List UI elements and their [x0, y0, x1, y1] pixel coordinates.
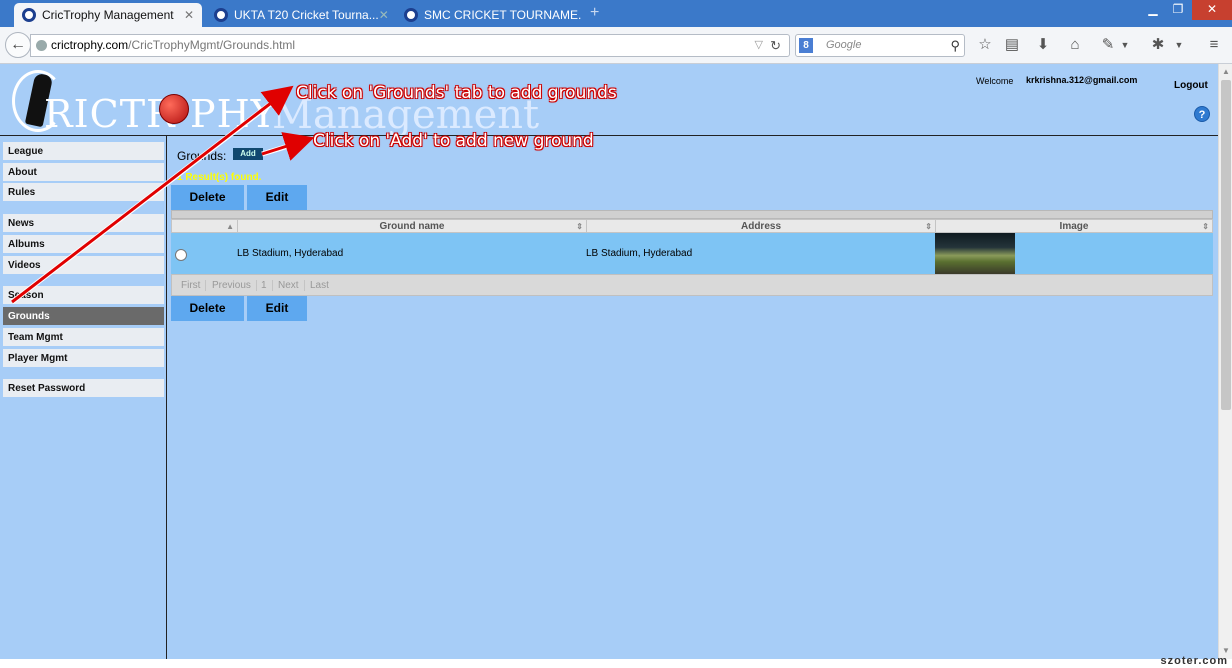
ground-name-cell: LB Stadium, Hyderabad	[237, 248, 344, 259]
logout-link[interactable]: Logout	[1174, 80, 1208, 91]
minimize-icon[interactable]: ▁	[1140, 0, 1166, 20]
sidebar-item-reset-password[interactable]: Reset Password	[3, 379, 164, 398]
sort-icon: ⇕	[925, 222, 932, 231]
chevron-down-icon[interactable]: ▼	[1172, 35, 1186, 55]
delete-button-bottom[interactable]: Delete	[171, 296, 244, 321]
column-header-image[interactable]: Image ⇕	[936, 220, 1212, 234]
scroll-down-icon[interactable]: ▼	[1222, 646, 1230, 655]
select-column-header[interactable]: ▲	[172, 220, 238, 234]
pager-first[interactable]: First	[176, 280, 207, 291]
status-strip	[0, 659, 1232, 668]
browser-tab-smc[interactable]: SMC CRICKET TOURNAME... ✕	[396, 3, 582, 27]
logo-text-2: PHY	[190, 92, 277, 136]
bookmark-star-icon[interactable]: ☆	[975, 35, 995, 55]
menu-icon[interactable]: ≡	[1204, 35, 1224, 55]
edit-button-bottom[interactable]: Edit	[247, 296, 307, 321]
sort-icon: ⇕	[576, 222, 583, 231]
sidebar-item-rules[interactable]: Rules	[3, 183, 164, 202]
sort-asc-icon: ▲	[226, 222, 234, 231]
scroll-up-icon[interactable]: ▲	[1222, 67, 1230, 76]
vertical-scrollbar[interactable]: ▲ ▼	[1218, 64, 1232, 659]
url-path: /CricTrophyMgmt/Grounds.html	[128, 38, 296, 52]
help-icon[interactable]: ?	[1194, 106, 1210, 122]
browser-tab-crictrophy[interactable]: CricTrophy Management ✕	[14, 3, 202, 27]
search-engine-icon[interactable]: 8	[799, 38, 813, 53]
annotation-grounds: Click on 'Grounds' tab to add grounds	[296, 83, 617, 103]
sidebar-item-league[interactable]: League	[3, 142, 164, 161]
annotation-add: Click on 'Add' to add new ground	[313, 131, 594, 151]
user-email: krkrishna.312@gmail.com	[1026, 75, 1138, 85]
browser-nav-bar: ← crictrophy.com/CricTrophyMgmt/Grounds.…	[0, 27, 1232, 64]
column-label: Ground name	[379, 221, 445, 232]
edit-button-top[interactable]: Edit	[247, 185, 307, 210]
delete-button-top[interactable]: Delete	[171, 185, 244, 210]
scrollbar-thumb[interactable]	[1221, 80, 1231, 410]
column-header-address[interactable]: Address ⇕	[587, 220, 936, 234]
crictrophy-favicon-icon	[214, 8, 228, 22]
section-title: Grounds:	[177, 149, 227, 163]
new-tab-button[interactable]: +	[590, 4, 599, 22]
download-icon[interactable]: ⬇	[1033, 35, 1053, 55]
globe-icon	[36, 40, 47, 51]
ground-thumbnail-image[interactable]	[935, 233, 1015, 274]
results-count: 1 Result(s) found.	[177, 172, 262, 183]
browser-tab-ukta[interactable]: UKTA T20 Cricket Tourna... ✕	[206, 3, 392, 27]
restore-icon[interactable]: ❐	[1166, 0, 1190, 20]
tools-icon[interactable]: ✎	[1098, 35, 1118, 55]
page-content: RICTR PHY Management Welcome krkrishna.3…	[0, 64, 1218, 659]
sidebar-divider	[166, 136, 167, 659]
crictrophy-favicon-icon	[404, 8, 418, 22]
pager-page-number[interactable]: 1	[256, 280, 273, 291]
chevron-down-icon[interactable]: ▼	[1118, 35, 1132, 55]
sidebar-item-news[interactable]: News	[3, 214, 164, 233]
url-bar[interactable]: crictrophy.com/CricTrophyMgmt/Grounds.ht…	[30, 34, 790, 57]
back-button[interactable]: ←	[5, 32, 31, 58]
reload-icon[interactable]: ↻	[770, 35, 781, 56]
sidebar-item-about[interactable]: About	[3, 163, 164, 182]
column-label: Image	[1059, 221, 1089, 232]
column-label: Address	[740, 221, 781, 232]
sidebar-item-videos[interactable]: Videos	[3, 256, 164, 275]
sidebar-item-grounds[interactable]: Grounds	[3, 307, 164, 326]
search-input[interactable]: 8 Google ⚲	[795, 34, 965, 57]
sidebar-item-season[interactable]: Season	[3, 286, 164, 305]
crictrophy-favicon-icon	[22, 8, 36, 22]
sidebar-item-team-mgmt[interactable]: Team Mgmt	[3, 328, 164, 347]
browser-tab-strip: CricTrophy Management ✕ UKTA T20 Cricket…	[0, 0, 1232, 27]
window-close-icon[interactable]: ✕	[1192, 0, 1232, 20]
pager-next[interactable]: Next	[273, 280, 305, 291]
sort-icon: ⇕	[1202, 222, 1209, 231]
tab-title: CricTrophy Management	[42, 8, 174, 22]
logo-text: RICTR	[44, 92, 176, 136]
cricket-ball-icon	[159, 94, 189, 124]
tab-title: SMC CRICKET TOURNAME...	[424, 8, 582, 22]
search-icon[interactable]: ⚲	[950, 35, 960, 56]
extension-icon[interactable]: ✱	[1148, 35, 1168, 55]
welcome-label: Welcome	[976, 76, 1014, 86]
close-tab-icon[interactable]: ✕	[379, 8, 389, 22]
grid-header: ▲ Ground name ⇕ Address ⇕ Image ⇕	[171, 219, 1213, 234]
search-placeholder: Google	[826, 39, 862, 51]
dropdown-arrow-icon[interactable]: ▽	[755, 35, 763, 56]
sidebar-item-player-mgmt[interactable]: Player Mgmt	[3, 349, 164, 368]
address-cell: LB Stadium, Hyderabad	[586, 248, 693, 259]
pager-previous[interactable]: Previous	[207, 280, 257, 291]
header-divider	[0, 135, 1218, 136]
url-host: crictrophy.com	[51, 38, 129, 52]
watermark: szoter.com	[1160, 655, 1228, 667]
tab-title: UKTA T20 Cricket Tourna...	[234, 8, 379, 22]
close-tab-icon[interactable]: ✕	[184, 8, 194, 22]
reading-list-icon[interactable]: ▤	[1002, 35, 1022, 55]
pager-last[interactable]: Last	[305, 280, 334, 291]
row-select-radio[interactable]	[175, 249, 187, 261]
grid-pager: First Previous 1 Next Last	[171, 274, 1213, 296]
grid-toolbar	[171, 210, 1213, 219]
add-ground-button[interactable]: Add	[233, 148, 263, 160]
home-icon[interactable]: ⌂	[1065, 35, 1085, 55]
column-header-ground-name[interactable]: Ground name ⇕	[238, 220, 587, 234]
sidebar-item-albums[interactable]: Albums	[3, 235, 164, 254]
